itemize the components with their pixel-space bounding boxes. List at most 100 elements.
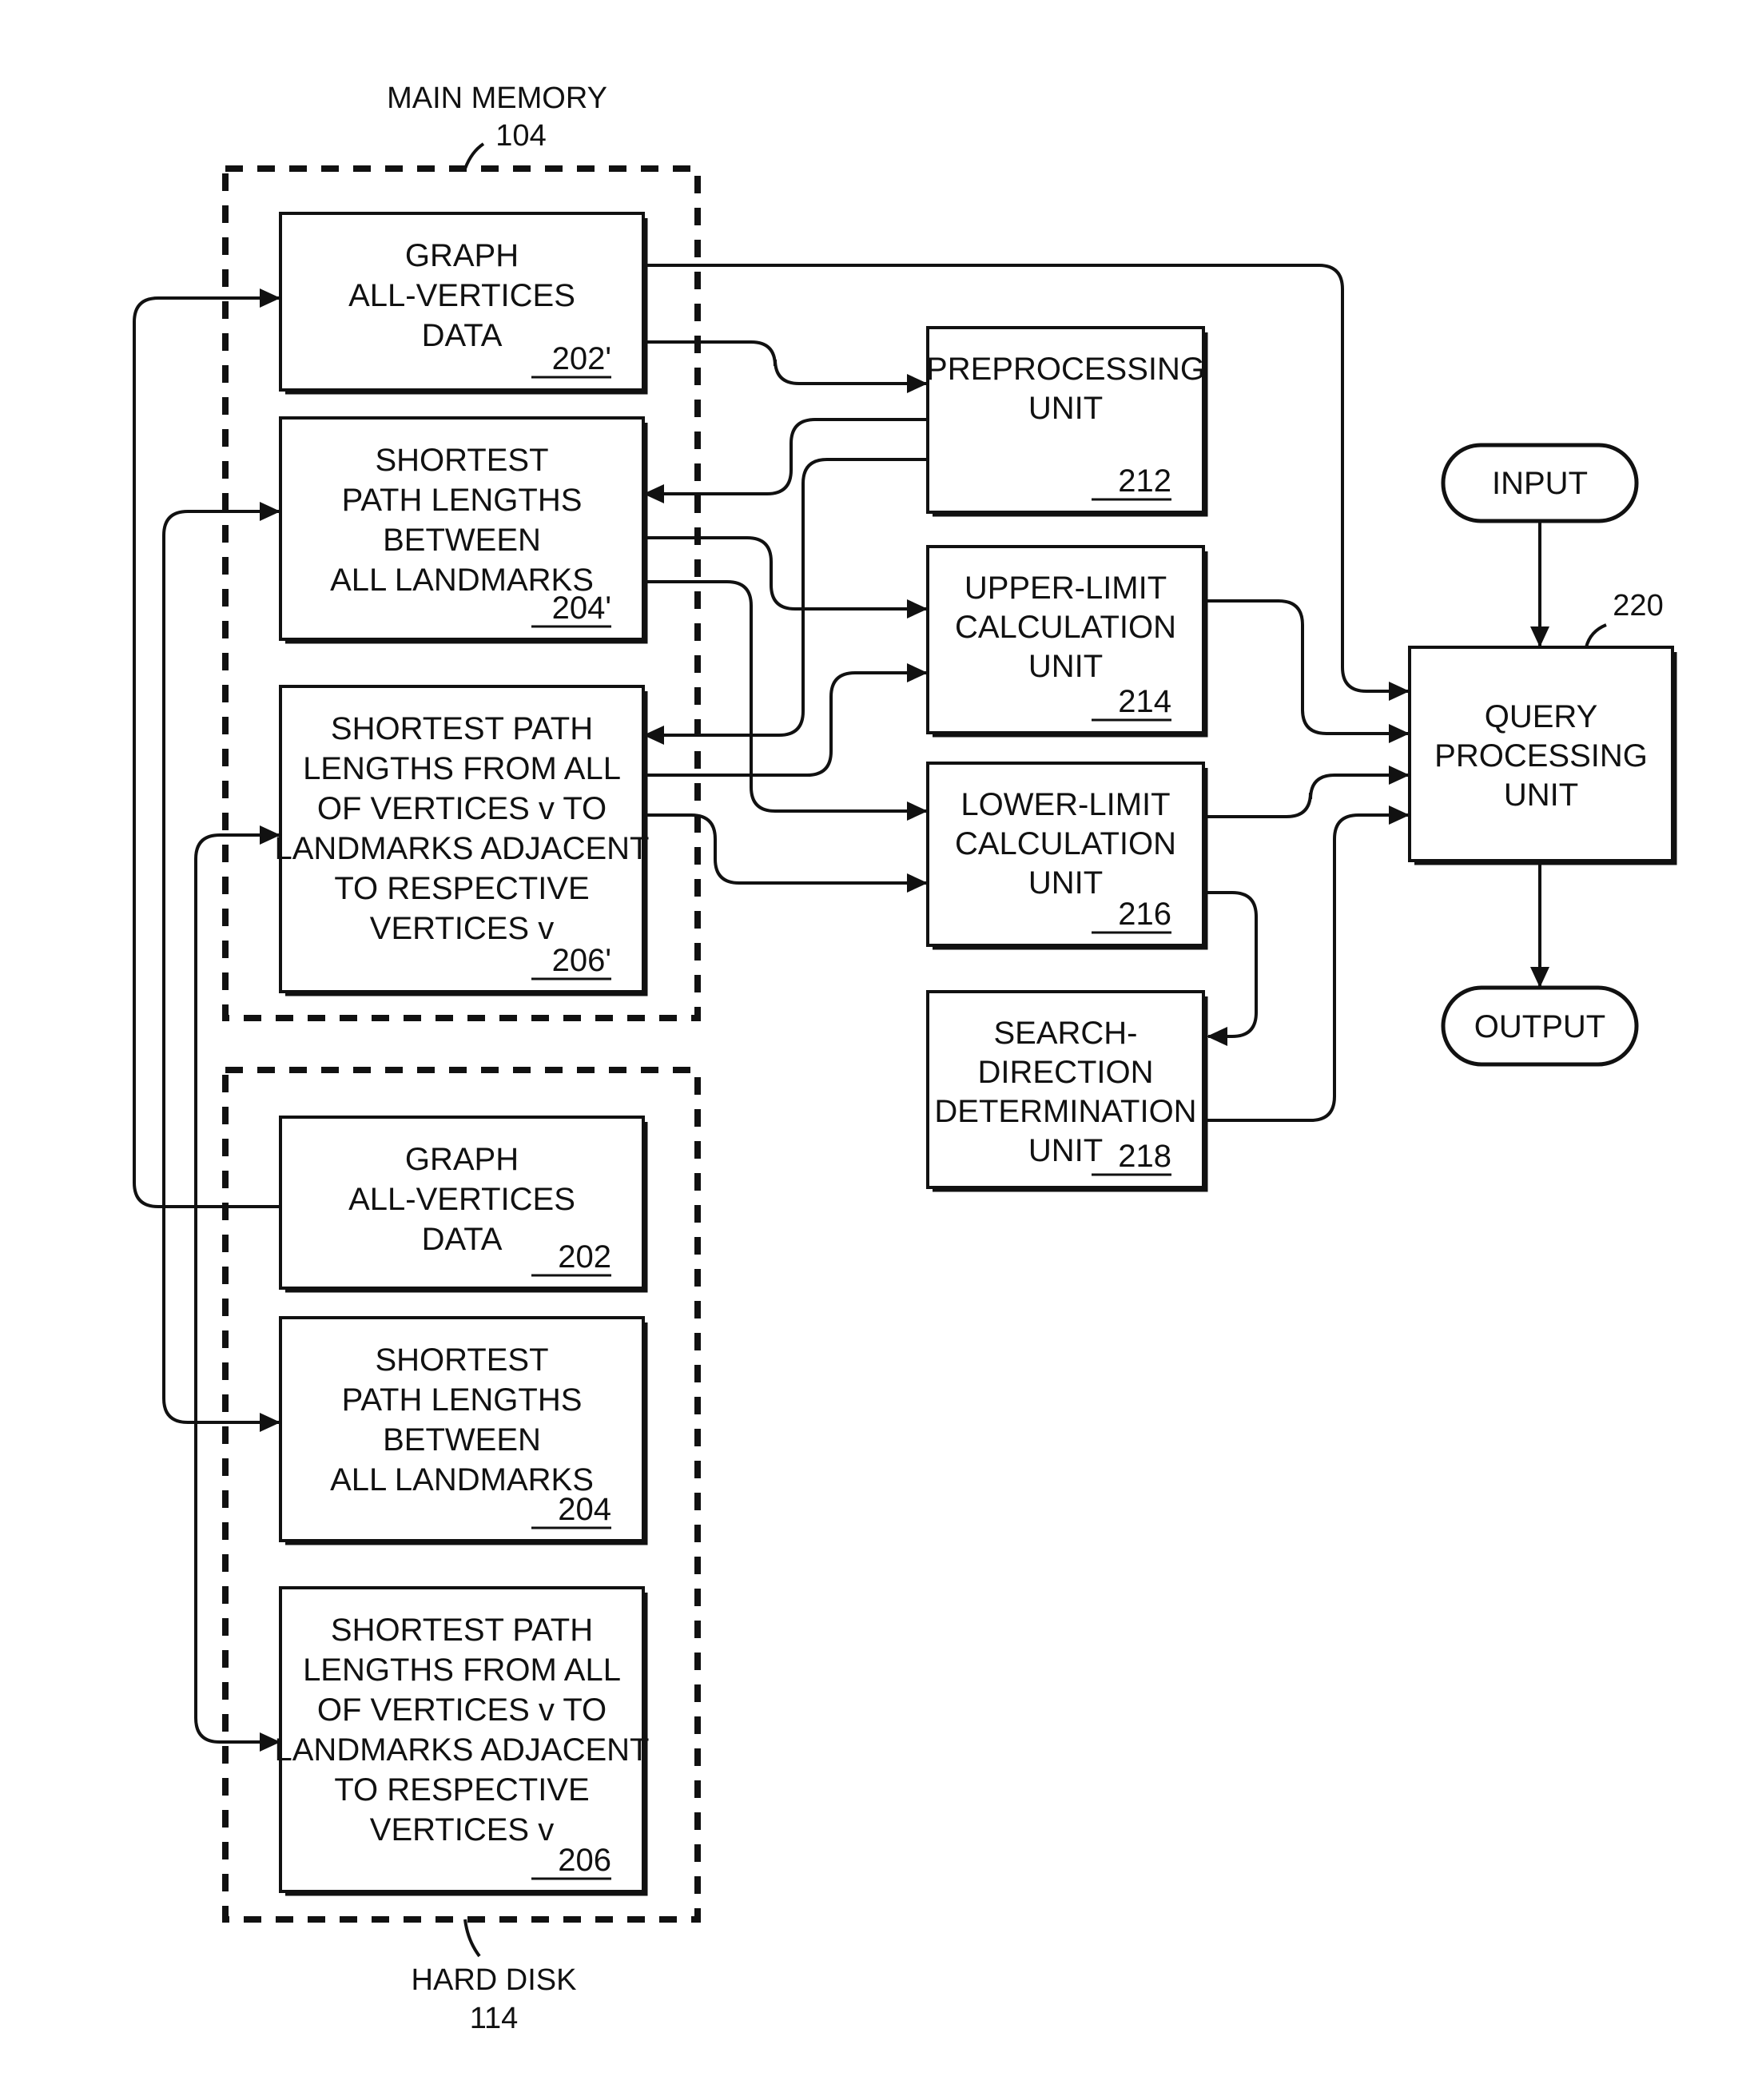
arrow-into-query-1 bbox=[1389, 682, 1410, 701]
arrow-into-query-top bbox=[1530, 626, 1549, 647]
query-ref-label: 220 bbox=[1613, 589, 1663, 622]
preprocessing-unit-line: PREPROCESSING bbox=[926, 352, 1205, 387]
arrow-into-204p-left bbox=[260, 502, 280, 521]
memory-box-206p-line: LENGTHS FROM ALL bbox=[303, 751, 621, 786]
disk-box-206-line: LANDMARKS ADJACENT bbox=[275, 1732, 650, 1768]
disk-box-202-line: ALL-VERTICES bbox=[348, 1182, 575, 1217]
upper-limit-unit-ref: 214 bbox=[1118, 684, 1171, 719]
arrow-into-query-3 bbox=[1389, 766, 1410, 785]
memory-box-204p-ref: 204' bbox=[552, 591, 611, 626]
disk-box-202-line: DATA bbox=[422, 1222, 503, 1257]
disk-box-202: GRAPH ALL-VERTICES DATA 202 bbox=[279, 1116, 648, 1293]
output-label: OUTPUT bbox=[1474, 1009, 1605, 1044]
memory-box-204p: SHORTESTPATH LENGTHSBETWEENALL LANDMARKS… bbox=[279, 416, 648, 644]
lower-limit-unit-line: UNIT bbox=[1028, 865, 1103, 901]
wire-206-206p bbox=[194, 833, 280, 1744]
lower-limit-unit: LOWER-LIMIT CALCULATION UNIT 216 bbox=[926, 762, 1208, 950]
memory-box-204p-line: BETWEEN bbox=[383, 523, 541, 558]
main-memory-leader bbox=[463, 142, 485, 169]
query-processing-unit-line: PROCESSING bbox=[1434, 738, 1648, 774]
arrow-into-204 bbox=[260, 1413, 280, 1432]
query-processing-unit-line: UNIT bbox=[1504, 778, 1578, 813]
memory-box-206p-line: TO RESPECTIVE bbox=[334, 871, 589, 906]
memory-box-206p-line: OF VERTICES v TO bbox=[317, 791, 607, 826]
wire-search-direction-to-query bbox=[1203, 813, 1410, 1122]
arrow-into-upper-limit-2 bbox=[907, 663, 928, 682]
disk-box-206-line: TO RESPECTIVE bbox=[334, 1772, 589, 1808]
wire-preprocessing-to-204p bbox=[643, 418, 928, 495]
lower-limit-unit-ref: 216 bbox=[1118, 897, 1171, 932]
memory-box-204p-line: SHORTEST bbox=[375, 443, 548, 478]
arrow-into-202p bbox=[260, 288, 280, 308]
wire-202p-to-preprocessing bbox=[643, 340, 928, 385]
memory-box-206p: SHORTEST PATH LENGTHS FROM ALL OF VERTICES… bbox=[275, 685, 650, 996]
wire-preprocessing-to-206p bbox=[643, 458, 928, 737]
disk-box-204-line: PATH LENGTHS bbox=[342, 1382, 583, 1418]
wire-upper-limit-to-query bbox=[1203, 599, 1410, 735]
disk-box-204: SHORTEST PATH LENGTHS BETWEEN ALL LANDMARKS… bbox=[279, 1316, 648, 1545]
arrow-into-lower-limit-1 bbox=[907, 801, 928, 821]
query-processing-unit-line: QUERY bbox=[1485, 699, 1598, 734]
memory-box-206p-line: LANDMARKS ADJACENT bbox=[275, 831, 650, 866]
memory-box-206p-line: VERTICES v bbox=[370, 911, 554, 946]
memory-box-202p-line: ALL-VERTICES bbox=[348, 278, 575, 313]
query-leader bbox=[1585, 623, 1607, 648]
wire-lower-limit-to-search-direction bbox=[1203, 891, 1258, 1038]
arrow-into-search-direction bbox=[1207, 1027, 1227, 1046]
hard-disk-label: HARD DISK bbox=[412, 1963, 577, 1997]
search-direction-unit-line: UNIT bbox=[1028, 1133, 1103, 1168]
disk-box-206-line: OF VERTICES v TO bbox=[317, 1692, 607, 1728]
output-terminal: OUTPUT bbox=[1441, 985, 1639, 1067]
search-direction-unit-line: SEARCH- bbox=[993, 1016, 1137, 1051]
disk-box-202-line: GRAPH bbox=[405, 1142, 519, 1177]
main-memory-label: MAIN MEMORY bbox=[387, 82, 607, 115]
disk-box-204-line: SHORTEST bbox=[375, 1342, 548, 1378]
wire-204-204p bbox=[162, 510, 280, 1424]
upper-limit-unit-line: UPPER-LIMIT bbox=[965, 571, 1167, 606]
disk-box-206-ref: 206 bbox=[558, 1843, 611, 1878]
query-processing-unit: QUERY PROCESSING UNIT bbox=[1408, 646, 1677, 865]
disk-box-204-line: BETWEEN bbox=[383, 1422, 541, 1458]
wire-204p-to-upper-limit bbox=[643, 536, 928, 611]
wire-206p-to-upper-limit bbox=[643, 671, 928, 777]
main-memory-ref: 104 bbox=[495, 119, 546, 153]
memory-box-202p-ref: 202' bbox=[552, 341, 611, 376]
disk-box-206-line: SHORTEST PATH bbox=[331, 1613, 593, 1648]
upper-limit-unit-line: CALCULATION bbox=[955, 610, 1176, 645]
disk-box-204-ref: 204 bbox=[558, 1492, 611, 1527]
search-direction-unit-ref: 218 bbox=[1118, 1139, 1171, 1174]
input-terminal: INPUT bbox=[1441, 443, 1639, 523]
search-direction-unit-line: DIRECTION bbox=[978, 1055, 1154, 1090]
disk-box-204-line: ALL LANDMARKS bbox=[330, 1462, 594, 1497]
memory-box-202p-line: DATA bbox=[422, 318, 503, 353]
upper-limit-unit: UPPER-LIMIT CALCULATION UNIT 214 bbox=[926, 545, 1208, 738]
disk-box-206: SHORTEST PATH LENGTHS FROM ALL OF VERTICES… bbox=[275, 1586, 650, 1896]
preprocessing-unit-line: UNIT bbox=[1028, 391, 1103, 426]
arrow-into-output bbox=[1530, 967, 1549, 988]
preprocessing-unit: PREPROCESSING UNIT 212 bbox=[926, 326, 1208, 517]
arrow-into-upper-limit-1 bbox=[907, 599, 928, 618]
memory-box-202p: GRAPH ALL-VERTICES DATA 202' bbox=[279, 212, 648, 395]
preprocessing-unit-ref: 212 bbox=[1118, 463, 1171, 499]
search-direction-unit: SEARCH- DIRECTION DETERMINATION UNIT 218 bbox=[926, 990, 1208, 1192]
memory-box-204p-line: PATH LENGTHS bbox=[342, 483, 583, 518]
memory-box-206p-line: SHORTEST PATH bbox=[331, 711, 593, 746]
input-label: INPUT bbox=[1492, 466, 1588, 501]
lower-limit-unit-line: CALCULATION bbox=[955, 826, 1176, 861]
memory-box-202p-line: GRAPH bbox=[405, 238, 519, 273]
arrow-into-query-2 bbox=[1389, 724, 1410, 743]
wire-lower-limit-to-query bbox=[1203, 774, 1410, 818]
disk-box-202-ref: 202 bbox=[558, 1239, 611, 1275]
memory-box-206p-ref: 206' bbox=[552, 943, 611, 978]
upper-limit-unit-line: UNIT bbox=[1028, 649, 1103, 684]
disk-box-206-line: VERTICES v bbox=[370, 1812, 554, 1847]
lower-limit-unit-line: LOWER-LIMIT bbox=[961, 787, 1170, 822]
block-diagram: MAIN MEMORY 104 HARD DISK 114 GRAPH ALL-V… bbox=[133, 82, 1677, 2035]
hard-disk-ref: 114 bbox=[470, 2002, 519, 2035]
arrow-into-preprocessing bbox=[907, 374, 928, 393]
search-direction-unit-line: DETERMINATION bbox=[934, 1094, 1196, 1129]
arrow-into-lower-limit-2 bbox=[907, 873, 928, 893]
hard-disk-leader bbox=[463, 1919, 481, 1958]
disk-box-206-line: LENGTHS FROM ALL bbox=[303, 1653, 621, 1688]
wire-206p-to-lower-limit bbox=[643, 813, 928, 885]
